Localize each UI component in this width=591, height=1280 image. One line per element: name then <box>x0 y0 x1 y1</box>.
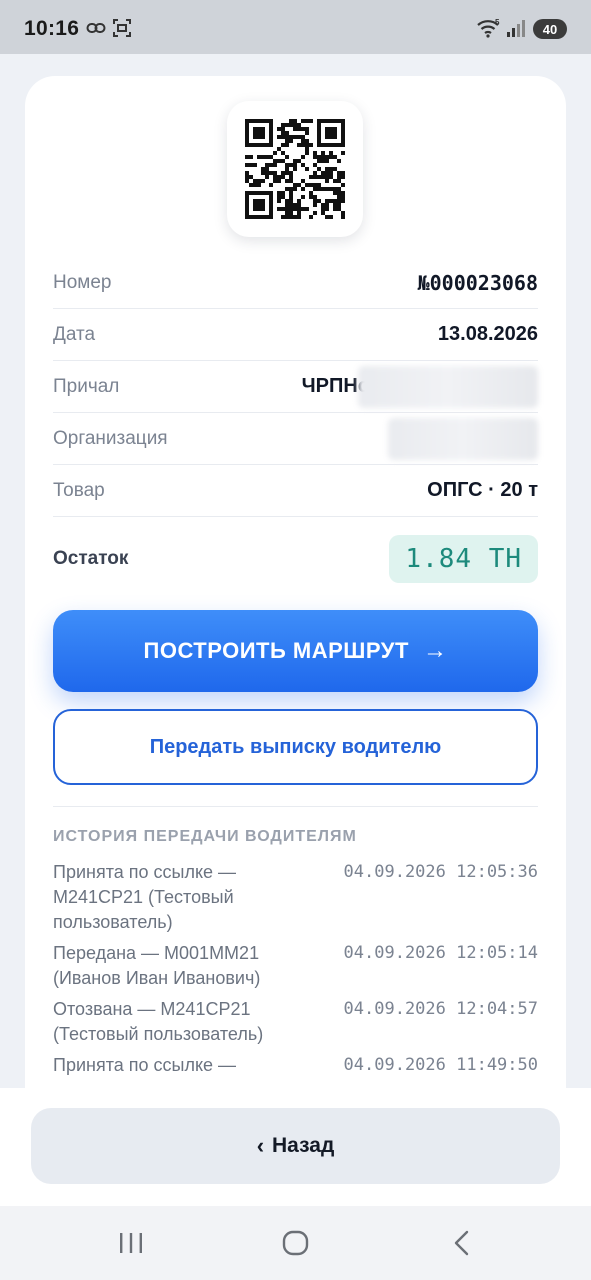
remainder-label: Остаток <box>53 548 129 569</box>
remainder-row: Остаток 1.84 ТН <box>53 534 538 584</box>
system-nav-bar <box>0 1206 591 1280</box>
history-item-date: 04.09.2026 12:04:57 <box>343 999 538 1019</box>
document-fields: Номер №000023068 Дата 13.08.2026 Причал … <box>53 257 538 517</box>
qr-code-icon <box>245 119 345 219</box>
status-bar: 10:16 5 40 <box>0 0 591 54</box>
redacted-text <box>388 417 538 460</box>
history-item: Принята по ссылке — M241CP21 (Тестовый п… <box>53 860 538 935</box>
battery-level: 40 <box>542 21 558 37</box>
screenshot-icon <box>113 19 131 37</box>
field-label: Причал <box>53 375 120 397</box>
chevron-left-icon: ‹ <box>256 1133 265 1158</box>
status-time: 10:16 <box>24 17 80 40</box>
history-item-date: 04.09.2026 12:05:14 <box>343 943 538 963</box>
qr-code[interactable] <box>227 101 363 237</box>
history-item-text: Отозвана — M241CP21 (Тестовый пользовате… <box>53 999 264 1044</box>
field-label: Организация <box>53 427 168 449</box>
field-label: Номер <box>53 271 112 293</box>
berth-value-wrap: ЧРПНо <box>302 365 538 408</box>
wifi-icon: 5 <box>477 18 500 38</box>
history-item: Передана — M001MM21 (Иванов Иван Иванови… <box>53 941 538 991</box>
divider <box>53 806 538 807</box>
signal-icon <box>507 20 525 37</box>
history-item-date: 04.09.2026 11:49:50 <box>343 1055 538 1075</box>
history-item: Принята по ссылке — 04.09.2026 11:49:50 <box>53 1053 538 1078</box>
redacted-text <box>358 365 538 408</box>
svg-text:5: 5 <box>495 18 500 27</box>
back-nav-icon[interactable] <box>450 1228 474 1258</box>
history-item-text: Передана — M001MM21 (Иванов Иван Иванови… <box>53 943 261 988</box>
field-value-date: 13.08.2026 <box>437 323 538 345</box>
field-row-product: Товар ОПГС · 20 т <box>53 465 538 517</box>
field-label: Товар <box>53 479 105 501</box>
arrow-right-icon: → <box>422 637 448 664</box>
bottom-sheet: ‹ Назад <box>0 1088 591 1206</box>
history-item-text: Принята по ссылке — M241CP21 (Тестовый п… <box>53 862 237 932</box>
field-row-number: Номер №000023068 <box>53 257 538 309</box>
history-list: Принята по ссылке — M241CP21 (Тестовый п… <box>53 860 538 1084</box>
home-icon[interactable] <box>281 1228 311 1258</box>
history-item-text: Принята по ссылке — <box>53 1055 237 1075</box>
remainder-badge: 1.84 ТН <box>389 535 538 583</box>
build-route-label: ПОСТРОИТЬ МАРШРУТ <box>143 638 409 663</box>
field-value-product: ОПГС · 20 т <box>427 479 538 501</box>
back-button[interactable]: ‹ Назад <box>31 1108 560 1184</box>
recent-apps-icon[interactable] <box>117 1228 145 1258</box>
back-label: Назад <box>272 1134 335 1157</box>
field-label: Дата <box>53 323 96 345</box>
field-row-date: Дата 13.08.2026 <box>53 309 538 361</box>
history-title: ИСТОРИЯ ПЕРЕДАЧИ ВОДИТЕЛЯМ <box>53 828 357 845</box>
field-row-berth: Причал ЧРПНо <box>53 361 538 413</box>
field-value-number: №000023068 <box>417 270 538 295</box>
link-icon <box>86 23 106 33</box>
battery-icon: 40 <box>533 19 567 39</box>
share-with-driver-button[interactable]: Передать выписку водителю <box>53 709 538 785</box>
document-card: Номер №000023068 Дата 13.08.2026 Причал … <box>25 76 566 1176</box>
share-with-driver-label: Передать выписку водителю <box>149 735 442 758</box>
field-row-organization: Организация <box>53 413 538 465</box>
history-item: Отозвана — M241CP21 (Тестовый пользовате… <box>53 997 538 1047</box>
build-route-button[interactable]: ПОСТРОИТЬ МАРШРУТ → <box>53 610 538 692</box>
history-item-date: 04.09.2026 12:05:36 <box>343 862 538 882</box>
